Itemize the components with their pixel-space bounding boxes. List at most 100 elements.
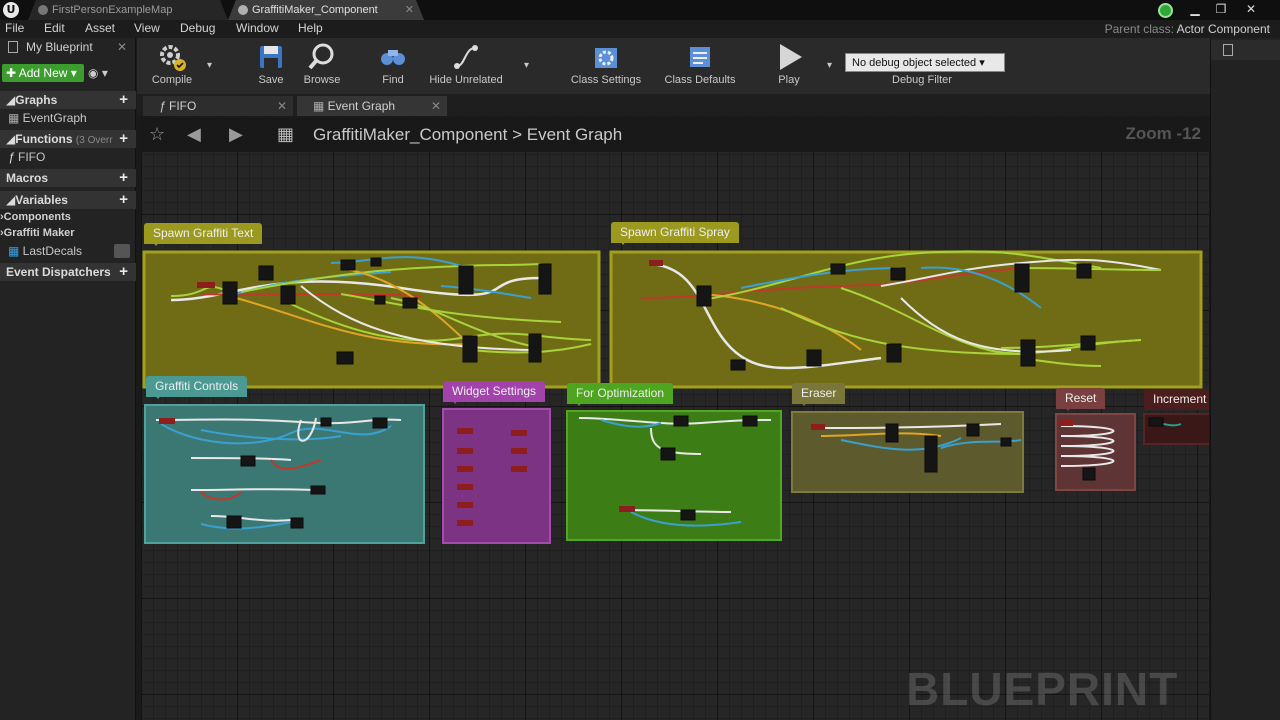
- hide-unrelated-label: Hide Unrelated: [429, 74, 503, 86]
- doc-tab-label: Event Graph: [327, 99, 396, 113]
- comment-label-eraser[interactable]: Eraser: [792, 383, 846, 406]
- section-functions[interactable]: ◢Functions (3 Overr +: [0, 130, 136, 148]
- minimize-button[interactable]: ▁: [1184, 0, 1206, 18]
- comment-text: Eraser: [801, 386, 837, 400]
- item-label: EventGraph: [22, 111, 87, 125]
- variable-category-graffiti-maker[interactable]: ›Graffiti Maker: [0, 227, 75, 239]
- close-tab-icon[interactable]: ✕: [405, 0, 414, 20]
- section-label: Event Dispatchers: [6, 265, 111, 279]
- play-button[interactable]: Play: [767, 42, 811, 86]
- add-function-button[interactable]: +: [119, 130, 128, 148]
- document-tabs: ƒ FIFO ✕ ▦ Event Graph ✕: [137, 94, 1210, 116]
- comment-box-for-optimization[interactable]: [566, 410, 782, 541]
- compile-options-dropdown[interactable]: ▾: [207, 60, 212, 71]
- section-label: Graphs: [15, 93, 58, 107]
- browse-button[interactable]: Browse: [299, 42, 345, 86]
- compile-icon: [160, 45, 186, 71]
- parent-class-value[interactable]: Actor Component: [1177, 22, 1270, 36]
- view-options-button[interactable]: ◉ ▾: [88, 66, 108, 80]
- blueprint-toolbar: Compile ▾ Save Browse Find Hide Unrelate…: [137, 38, 1210, 94]
- comment-label-spawn-graffiti-text[interactable]: Spawn Graffiti Text: [144, 223, 263, 246]
- close-window-button[interactable]: ✕: [1240, 0, 1262, 18]
- section-macros[interactable]: Macros +: [0, 169, 136, 187]
- graph-icon: ▦: [8, 111, 23, 125]
- section-event-dispatchers[interactable]: Event Dispatchers +: [0, 263, 136, 281]
- breadcrumb-leaf[interactable]: Event Graph: [527, 125, 622, 144]
- back-arrow-icon[interactable]: ◀: [187, 124, 201, 145]
- favorite-star-icon[interactable]: ☆: [149, 124, 165, 145]
- add-variable-button[interactable]: +: [119, 191, 128, 209]
- details-panel: [1210, 38, 1280, 720]
- hide-unrelated-button[interactable]: Hide Unrelated: [425, 42, 507, 86]
- collapse-arrow-icon: ◢: [6, 132, 16, 146]
- debug-select-value: No debug object selected: [852, 57, 977, 69]
- close-tab-icon[interactable]: ✕: [431, 96, 441, 116]
- event-graph-canvas[interactable]: Spawn Graffiti Text Spawn Graffiti Spray…: [141, 118, 1209, 720]
- graph-item-eventgraph[interactable]: ▦ EventGraph: [8, 111, 87, 125]
- comment-label-widget-settings[interactable]: Widget Settings: [443, 381, 546, 404]
- variable-type-icon[interactable]: [114, 244, 130, 258]
- comment-label-graffiti-controls[interactable]: Graffiti Controls: [146, 376, 248, 399]
- close-panel-icon[interactable]: ✕: [117, 40, 127, 54]
- section-variables[interactable]: ◢Variables +: [0, 191, 136, 209]
- comment-label-for-optimization[interactable]: For Optimization: [567, 383, 674, 406]
- add-macro-button[interactable]: +: [119, 169, 128, 187]
- comment-text: For Optimization: [576, 386, 665, 400]
- hide-unrelated-dropdown[interactable]: ▾: [524, 60, 529, 71]
- class-defaults-button[interactable]: Class Defaults: [659, 42, 741, 86]
- menu-view[interactable]: View: [134, 21, 160, 35]
- save-icon: [260, 46, 282, 68]
- variable-item-lastdecals[interactable]: ▦ LastDecals: [8, 244, 82, 258]
- comment-label-reset[interactable]: Reset: [1056, 388, 1106, 411]
- doc-tab-fifo[interactable]: ƒ FIFO ✕: [143, 96, 293, 116]
- find-button[interactable]: Find: [373, 42, 413, 86]
- comment-box-spawn-graffiti-spray[interactable]: [609, 250, 1203, 389]
- zoom-level: Zoom -12: [1125, 124, 1201, 143]
- tab-graffiti-maker-component[interactable]: GraffitiMaker_Component ✕: [228, 0, 424, 20]
- function-icon: ƒ: [8, 150, 19, 164]
- collapse-arrow-icon: ◢: [6, 193, 16, 207]
- browse-icon: [308, 43, 334, 70]
- function-item-fifo[interactable]: ƒ FIFO: [8, 150, 45, 164]
- doc-tab-event-graph[interactable]: ▦ Event Graph ✕: [297, 96, 447, 116]
- add-event-dispatcher-button[interactable]: +: [119, 263, 128, 281]
- comment-text: Graffiti Controls: [155, 379, 239, 393]
- menu-file[interactable]: File: [5, 21, 24, 35]
- play-options-dropdown[interactable]: ▾: [827, 60, 832, 71]
- compile-button[interactable]: Compile: [147, 42, 197, 86]
- close-tab-icon[interactable]: ✕: [277, 96, 287, 116]
- comment-text: Widget Settings: [452, 384, 537, 398]
- tab-first-person-example-map[interactable]: FirstPersonExampleMap: [28, 0, 228, 20]
- override-count: (3 Overr: [75, 135, 113, 146]
- comment-label-spawn-graffiti-spray[interactable]: Spawn Graffiti Spray: [611, 222, 739, 245]
- menu-debug[interactable]: Debug: [180, 21, 215, 35]
- save-button[interactable]: Save: [251, 42, 291, 86]
- variable-category-components[interactable]: ›Components: [0, 211, 71, 223]
- menu-edit[interactable]: Edit: [44, 21, 65, 35]
- add-graph-button[interactable]: +: [119, 91, 128, 109]
- graph-breadcrumb-bar: ☆ ◀ ▶ ▦ GraffitiMaker_Component > Event …: [141, 118, 1209, 152]
- parent-class-label: Parent class:: [1104, 22, 1174, 36]
- tab-label: FirstPersonExampleMap: [52, 4, 173, 16]
- comment-text: Increment: [1153, 392, 1207, 406]
- breadcrumb-root[interactable]: GraffitiMaker_Component: [313, 125, 507, 144]
- class-settings-icon: [595, 48, 617, 68]
- menu-help[interactable]: Help: [298, 21, 323, 35]
- comment-label-increment[interactable]: Increment: [1144, 389, 1209, 410]
- menu-asset[interactable]: Asset: [85, 21, 115, 35]
- section-graphs[interactable]: ◢Graphs +: [0, 91, 136, 109]
- debug-object-select[interactable]: No debug object selected ▾: [845, 53, 1005, 72]
- save-label: Save: [258, 74, 284, 86]
- class-settings-button[interactable]: Class Settings: [565, 42, 647, 86]
- menu-window[interactable]: Window: [236, 21, 279, 35]
- add-new-label: Add New: [18, 66, 68, 80]
- forward-arrow-icon[interactable]: ▶: [229, 124, 243, 145]
- compile-label: Compile: [151, 74, 193, 86]
- browse-label: Browse: [303, 74, 341, 86]
- add-new-button[interactable]: ✚ Add New ▾: [2, 64, 84, 82]
- maximize-button[interactable]: ❐: [1210, 0, 1232, 18]
- comment-text: Spawn Graffiti Text: [153, 226, 254, 240]
- class-defaults-label: Class Defaults: [664, 74, 736, 86]
- source-control-status-icon[interactable]: [1158, 3, 1173, 18]
- blueprint-icon: [238, 5, 248, 15]
